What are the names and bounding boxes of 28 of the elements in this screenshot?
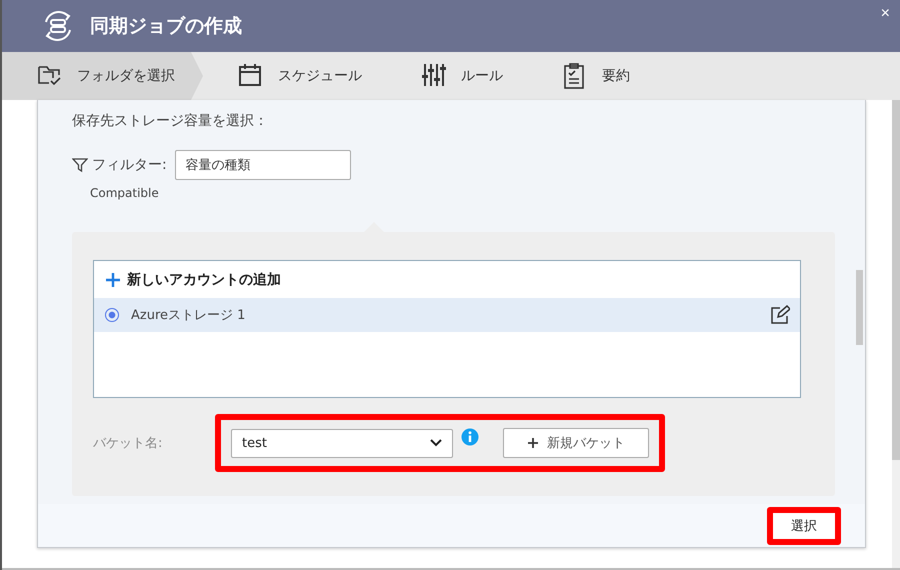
radio-button[interactable] <box>105 308 119 322</box>
calendar-icon <box>238 63 264 89</box>
info-icon <box>461 428 479 446</box>
bucket-dropdown[interactable]: test <box>231 428 453 458</box>
chevron-down-icon <box>430 439 442 447</box>
scrollbar[interactable] <box>892 100 900 568</box>
section-heading: 保存先ストレージ容量を選択： <box>72 112 269 130</box>
filter-note: Compatible <box>90 186 160 200</box>
filter-icon <box>72 157 88 173</box>
plus-icon <box>527 437 539 449</box>
account-name: Azureストレージ 1 <box>131 307 246 324</box>
filter-label: フィルター: <box>92 156 167 174</box>
plus-icon <box>104 270 122 288</box>
step-tab[interactable]: スケジュール <box>203 52 386 100</box>
bucket-label: バケット名: <box>93 435 164 452</box>
new-bucket-button[interactable]: 新規バケット <box>503 428 649 458</box>
add-account-link[interactable]: 新しいアカウントの追加 <box>94 261 800 298</box>
step-tab[interactable]: フォルダを選択 <box>2 52 203 100</box>
step-tab[interactable]: 要約 <box>527 52 654 100</box>
sliders-icon <box>421 63 447 89</box>
scrollbar[interactable] <box>856 270 863 345</box>
step-tab[interactable]: ルール <box>386 52 527 100</box>
window-title: 同期ジョブの作成 <box>90 14 242 39</box>
edit-icon <box>770 305 790 325</box>
account-row[interactable]: Azureストレージ 1 <box>94 298 800 332</box>
filter-field[interactable]: 容量の種類 <box>174 150 351 180</box>
select-button[interactable]: 選択 <box>773 512 835 538</box>
close-button[interactable]: × <box>880 5 890 23</box>
